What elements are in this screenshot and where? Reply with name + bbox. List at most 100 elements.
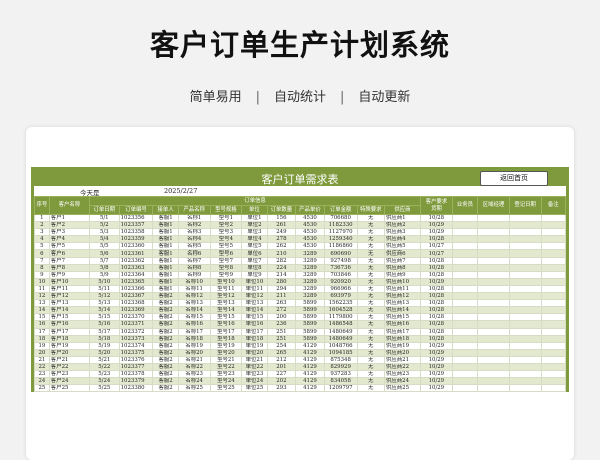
table-cell[interactable]: 客服2 bbox=[152, 341, 179, 350]
table-cell[interactable] bbox=[508, 313, 542, 322]
table-cell[interactable]: 202 bbox=[266, 377, 297, 386]
table-cell[interactable]: 17 bbox=[34, 327, 50, 336]
table-cell[interactable]: 名称3 bbox=[177, 228, 211, 237]
table-cell[interactable]: 10/29 bbox=[420, 228, 453, 237]
table-cell[interactable]: 4129 bbox=[295, 362, 325, 372]
table-cell[interactable]: 客服2 bbox=[152, 327, 179, 336]
table-cell[interactable]: 10/28 bbox=[420, 320, 453, 329]
table-cell[interactable]: 5/5 bbox=[88, 242, 120, 251]
table-cell[interactable] bbox=[540, 355, 567, 364]
table-cell[interactable]: 客服1 bbox=[152, 263, 179, 272]
table-cell[interactable]: 1023380 bbox=[118, 384, 154, 393]
table-cell[interactable]: 客服1 bbox=[152, 242, 179, 251]
table-cell[interactable] bbox=[477, 284, 510, 294]
table-cell[interactable] bbox=[451, 306, 479, 315]
table-cell[interactable]: 201 bbox=[266, 362, 297, 372]
table-cell[interactable] bbox=[477, 249, 510, 258]
table-cell[interactable]: 单位21 bbox=[241, 355, 268, 364]
table-cell[interactable]: 单位20 bbox=[241, 348, 268, 357]
table-cell[interactable] bbox=[540, 249, 567, 258]
table-cell[interactable]: 5/19 bbox=[88, 341, 120, 350]
table-cell[interactable]: 客户25 bbox=[48, 384, 90, 393]
table-cell[interactable]: 单位14 bbox=[241, 306, 268, 315]
table-cell[interactable] bbox=[540, 228, 567, 237]
table-cell[interactable]: 客户7 bbox=[48, 256, 90, 265]
table-cell[interactable] bbox=[451, 348, 479, 357]
table-cell[interactable]: 供应商13 bbox=[383, 299, 422, 308]
table-cell[interactable]: 5/25 bbox=[88, 384, 120, 393]
table-cell[interactable] bbox=[477, 292, 510, 301]
table-cell[interactable]: 1179800 bbox=[323, 313, 358, 322]
table-cell[interactable]: 10/28 bbox=[420, 327, 453, 336]
table-cell[interactable]: 5899 bbox=[295, 320, 325, 329]
table-cell[interactable]: 1023369 bbox=[118, 306, 154, 315]
table-cell[interactable] bbox=[508, 292, 542, 301]
table-cell[interactable] bbox=[508, 270, 542, 279]
table-cell[interactable]: 5899 bbox=[295, 299, 325, 308]
table-cell[interactable]: 5/12 bbox=[88, 292, 120, 301]
table-cell[interactable]: 1023356 bbox=[118, 213, 154, 223]
table-cell[interactable]: 937283 bbox=[323, 370, 358, 379]
table-cell[interactable]: 名称1 bbox=[177, 213, 211, 223]
table-cell[interactable]: 无 bbox=[356, 213, 385, 223]
table-cell[interactable]: 无 bbox=[356, 221, 385, 230]
table-cell[interactable]: 1259340 bbox=[323, 235, 358, 244]
table-cell[interactable]: 客服1 bbox=[152, 284, 179, 294]
table-cell[interactable]: 5/20 bbox=[88, 348, 120, 357]
table-cell[interactable]: 5/23 bbox=[88, 370, 120, 379]
table-cell[interactable]: 211 bbox=[266, 292, 297, 301]
table-cell[interactable] bbox=[477, 221, 510, 230]
table-cell[interactable]: 5/13 bbox=[88, 299, 120, 308]
table-cell[interactable] bbox=[540, 221, 567, 230]
table-cell[interactable]: 单位18 bbox=[241, 334, 268, 343]
table-cell[interactable] bbox=[508, 341, 542, 350]
table-cell[interactable]: 10/29 bbox=[420, 370, 453, 379]
table-cell[interactable] bbox=[540, 362, 567, 372]
table-cell[interactable]: 5899 bbox=[295, 313, 325, 322]
table-cell[interactable]: 693979 bbox=[323, 292, 358, 301]
table-cell[interactable]: 875348 bbox=[323, 355, 358, 364]
table-cell[interactable]: 1023372 bbox=[118, 327, 154, 336]
table-cell[interactable]: 单位4 bbox=[241, 235, 268, 244]
table-cell[interactable]: 单位1 bbox=[241, 213, 268, 223]
table-cell[interactable]: 客服2 bbox=[152, 292, 179, 301]
table-cell[interactable]: 10/28 bbox=[420, 284, 453, 294]
table-cell[interactable]: 客户12 bbox=[48, 292, 90, 301]
table-cell[interactable]: 212 bbox=[266, 355, 297, 364]
table-cell[interactable] bbox=[508, 263, 542, 272]
table-cell[interactable] bbox=[451, 299, 479, 308]
table-cell[interactable]: 名称17 bbox=[177, 327, 211, 336]
table-cell[interactable]: 829929 bbox=[323, 362, 358, 372]
table-cell[interactable]: 客服1 bbox=[152, 228, 179, 237]
table-cell[interactable]: 型号16 bbox=[209, 320, 243, 329]
table-cell[interactable] bbox=[508, 362, 542, 372]
table-cell[interactable]: 名称11 bbox=[177, 284, 211, 294]
table-cell[interactable]: 5/6 bbox=[88, 249, 120, 258]
table-cell[interactable]: 名称8 bbox=[177, 263, 211, 272]
table-cell[interactable] bbox=[540, 284, 567, 294]
table-cell[interactable]: 型号10 bbox=[209, 277, 243, 286]
table-cell[interactable]: 名称2 bbox=[177, 221, 211, 230]
table-cell[interactable]: 供应商4 bbox=[383, 235, 422, 244]
table-cell[interactable]: 型号8 bbox=[209, 263, 243, 272]
table-cell[interactable]: 型号12 bbox=[209, 292, 243, 301]
table-cell[interactable]: 单位17 bbox=[241, 327, 268, 336]
table-cell[interactable]: 927498 bbox=[323, 256, 358, 265]
table-cell[interactable]: 294 bbox=[266, 284, 297, 294]
table-cell[interactable]: 客服2 bbox=[152, 377, 179, 386]
table-cell[interactable]: 供应商7 bbox=[383, 256, 422, 265]
table-cell[interactable]: 名称6 bbox=[177, 249, 211, 258]
table-cell[interactable] bbox=[540, 270, 567, 279]
table-cell[interactable]: 263 bbox=[266, 299, 297, 308]
table-cell[interactable]: 型号18 bbox=[209, 334, 243, 343]
table-cell[interactable]: 690690 bbox=[323, 249, 358, 258]
table-cell[interactable]: 4530 bbox=[295, 242, 325, 251]
table-cell[interactable] bbox=[540, 384, 567, 393]
table-cell[interactable]: 名称16 bbox=[177, 320, 211, 329]
table-cell[interactable]: 24 bbox=[34, 377, 50, 386]
table-cell[interactable]: 名称12 bbox=[177, 292, 211, 301]
table-cell[interactable]: 10/27 bbox=[420, 242, 453, 251]
table-cell[interactable]: 客服1 bbox=[152, 249, 179, 258]
table-cell[interactable] bbox=[477, 362, 510, 372]
table-cell[interactable]: 1023366 bbox=[118, 284, 154, 294]
